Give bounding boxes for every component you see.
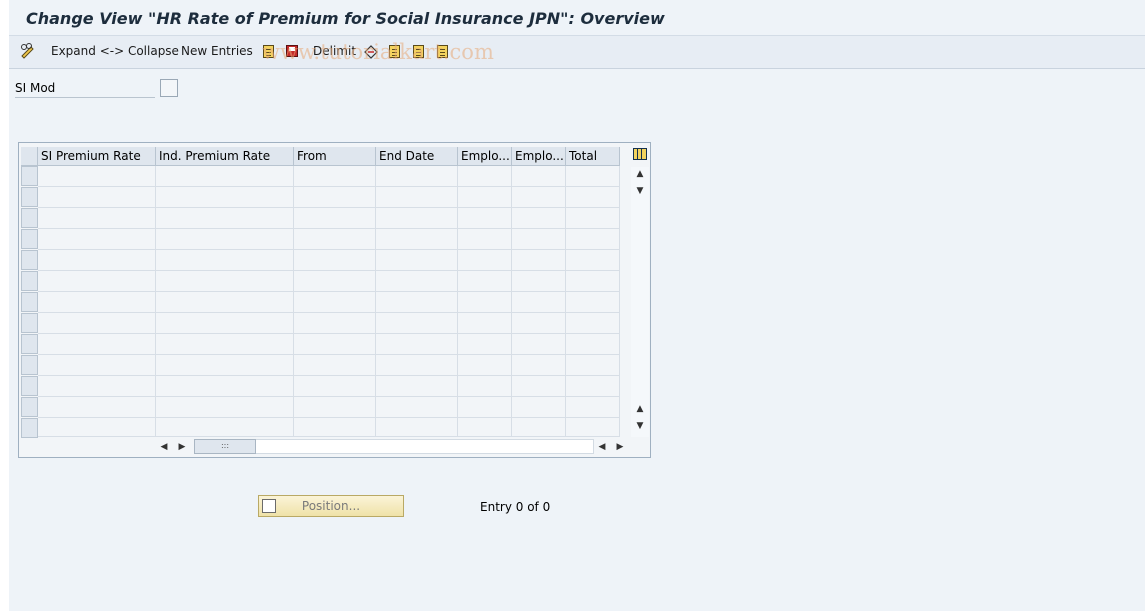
scroll-left-icon[interactable]: ◀ [158,440,170,454]
expand-collapse-button[interactable]: Expand <-> Collapse [51,44,179,58]
column-header-employee-1[interactable]: Emplo... [458,147,512,166]
left-edge-strip [0,0,9,611]
row-selector[interactable] [21,271,38,291]
row-selector[interactable] [21,355,38,375]
pencil-glasses-icon[interactable] [20,43,36,59]
entry-count: Entry 0 of 0 [480,500,551,514]
table-row[interactable] [38,250,620,271]
column-header-end-date[interactable]: End Date [376,147,458,166]
row-selector[interactable] [21,166,38,186]
column-header-si-premium-rate[interactable]: SI Premium Rate [38,147,156,166]
row-selector[interactable] [21,376,38,396]
select-all-icon[interactable] [386,43,402,59]
column-header-total[interactable]: Total [566,147,620,166]
page-title: Change View "HR Rate of Premium for Soci… [26,9,665,28]
copy-icon[interactable] [260,43,276,59]
row-selector[interactable] [21,334,38,354]
position-icon [262,499,276,513]
column-header-employee-2[interactable]: Emplo... [512,147,566,166]
title-bar: Change View "HR Rate of Premium for Soci… [9,4,1145,36]
table-row[interactable] [38,208,620,229]
delimit-button[interactable]: Delimit [313,44,356,58]
column-config-icon[interactable] [632,146,648,162]
column-divider [155,166,156,437]
column-divider [565,166,566,437]
table-row[interactable] [38,271,620,292]
column-header-ind-premium-rate[interactable]: Ind. Premium Rate [156,147,294,166]
column-divider [457,166,458,437]
save-icon[interactable] [284,43,300,59]
scroll-right-icon[interactable]: ▶ [614,440,626,454]
si-mod-label: SI Mod [15,81,155,98]
select-block-icon[interactable] [410,43,426,59]
row-selector[interactable] [21,229,38,249]
scroll-left-icon[interactable]: ◀ [596,440,608,454]
column-header-from[interactable]: From [294,147,376,166]
position-button[interactable]: Position... [258,495,404,517]
table-control: SI Premium Rate Ind. Premium Rate From E… [18,142,651,458]
table-row[interactable] [38,229,620,250]
scroll-up-icon[interactable]: ▲ [632,402,648,416]
table-row[interactable] [38,418,620,437]
column-divider [511,166,512,437]
horizontal-scroll-thumb[interactable]: ::: [194,439,256,454]
scroll-down-icon[interactable]: ▼ [632,184,648,198]
vertical-scrollbar[interactable] [631,167,649,437]
column-divider [619,166,620,437]
row-selector[interactable] [21,313,38,333]
scroll-up-icon[interactable]: ▲ [632,167,648,181]
column-divider [293,166,294,437]
table-row[interactable] [38,397,620,418]
table-row[interactable] [38,334,620,355]
row-selector[interactable] [21,397,38,417]
scroll-down-icon[interactable]: ▼ [632,419,648,433]
table-row[interactable] [38,355,620,376]
position-button-label: Position... [301,499,361,513]
select-all-rows-cell[interactable] [21,147,38,166]
table-row[interactable] [38,187,620,208]
row-selector[interactable] [21,292,38,312]
table-row[interactable] [38,166,620,187]
si-mod-checkbox[interactable] [160,79,178,97]
row-selector[interactable] [21,418,38,438]
deselect-icon[interactable] [434,43,450,59]
column-divider [375,166,376,437]
delimit-icon[interactable] [363,43,379,59]
table-row[interactable] [38,292,620,313]
row-selector[interactable] [21,208,38,228]
row-selector[interactable] [21,187,38,207]
table-row[interactable] [38,376,620,397]
table-row[interactable] [38,313,620,334]
application-toolbar: Expand <-> Collapse New Entries Delimit [9,36,1145,69]
row-selector[interactable] [21,250,38,270]
scroll-right-icon[interactable]: ▶ [176,440,188,454]
new-entries-button[interactable]: New Entries [181,44,253,58]
